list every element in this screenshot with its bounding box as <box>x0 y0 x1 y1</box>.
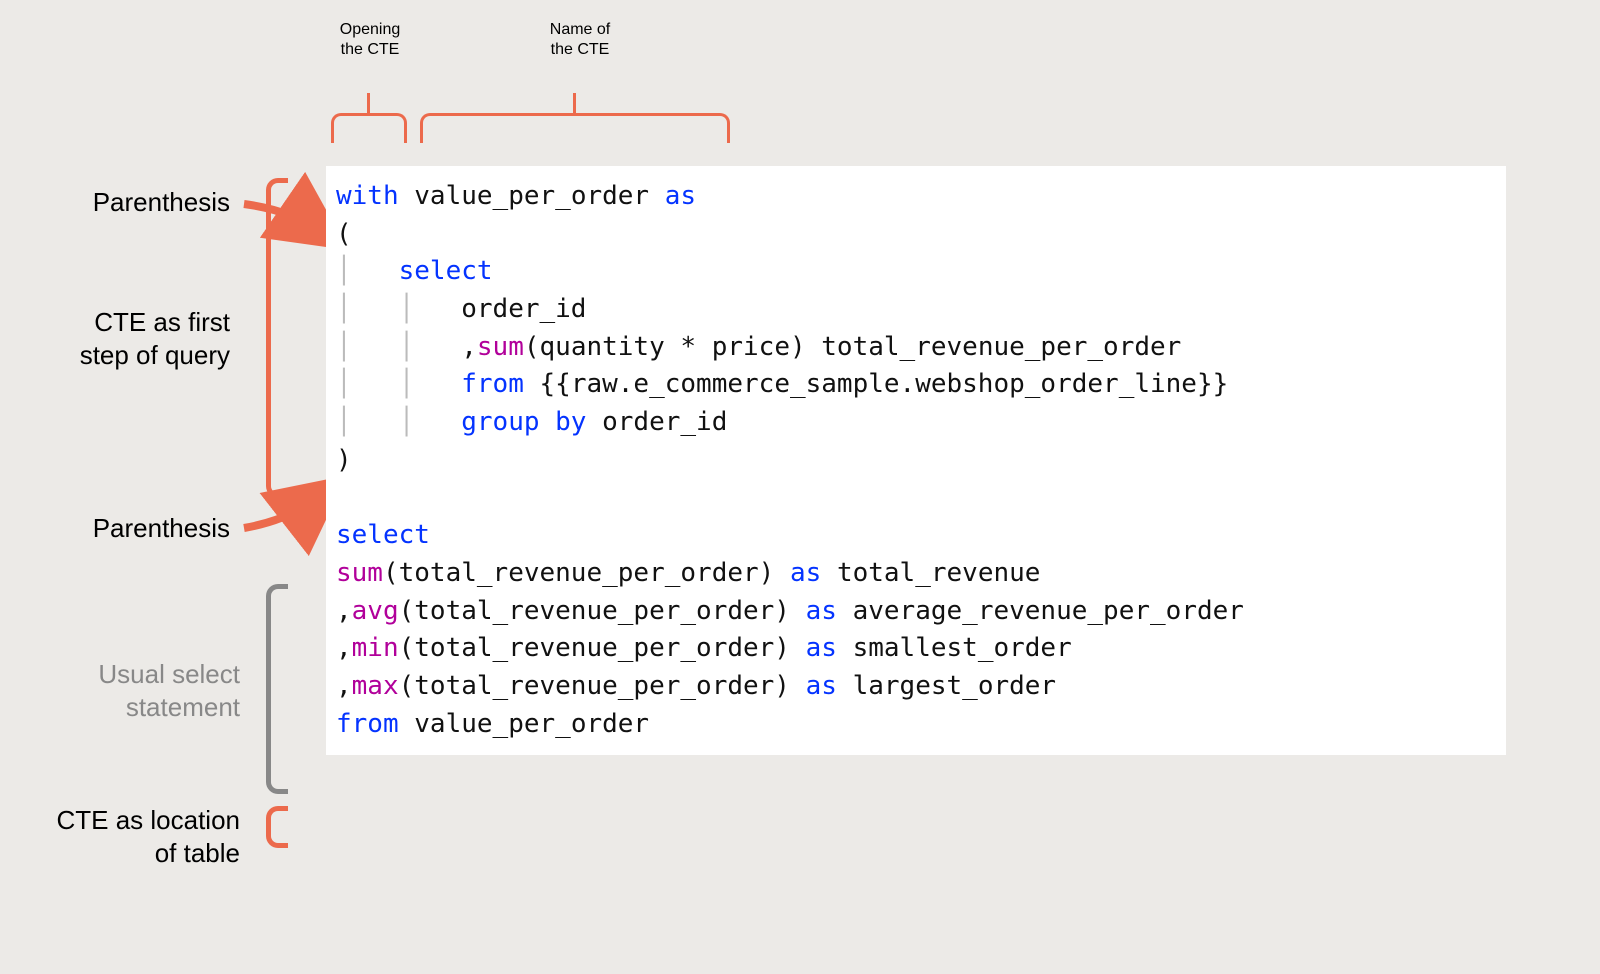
label-parenthesis-close: Parenthesis <box>40 512 230 545</box>
label-parenthesis-open: Parenthesis <box>40 186 230 219</box>
brace-opening-cte <box>331 113 407 143</box>
label-cte-location: CTE as location of table <box>10 804 240 869</box>
code-line-10: select <box>336 517 1496 555</box>
code-line-5: │ │ ,sum(quantity * price) total_revenue… <box>336 329 1496 367</box>
code-line-4: │ │ order_id <box>336 291 1496 329</box>
code-line-12: ,avg(total_revenue_per_order) as average… <box>336 593 1496 631</box>
code-line-1: with value_per_order as <box>336 178 1496 216</box>
code-block: with value_per_order as ( │ select │ │ o… <box>326 166 1506 755</box>
code-line-14: ,max(total_revenue_per_order) as largest… <box>336 668 1496 706</box>
brace-name-cte-tick <box>573 93 576 113</box>
label-opening-cte: Opening the CTE <box>300 20 440 60</box>
code-line-7: │ │ group by order_id <box>336 404 1496 442</box>
label-cte-first-step: CTE as first step of query <box>20 306 230 371</box>
code-line-9 <box>336 480 1496 518</box>
label-name-cte: Name of the CTE <box>500 20 660 60</box>
brace-usual-select <box>266 584 288 794</box>
code-line-15: from value_per_order <box>336 706 1496 744</box>
code-line-2: ( <box>336 216 1496 254</box>
arrow-paren-close <box>244 495 322 528</box>
code-line-6: │ │ from {{raw.e_commerce_sample.webshop… <box>336 366 1496 404</box>
code-line-8: ) <box>336 442 1496 480</box>
brace-cte-first <box>266 178 288 498</box>
label-usual-select: Usual select statement <box>40 658 240 723</box>
brace-cte-location <box>266 806 288 848</box>
brace-opening-cte-tick <box>367 93 370 113</box>
brace-name-cte <box>420 113 730 143</box>
code-line-3: │ select <box>336 253 1496 291</box>
code-line-13: ,min(total_revenue_per_order) as smalles… <box>336 630 1496 668</box>
code-line-11: sum(total_revenue_per_order) as total_re… <box>336 555 1496 593</box>
